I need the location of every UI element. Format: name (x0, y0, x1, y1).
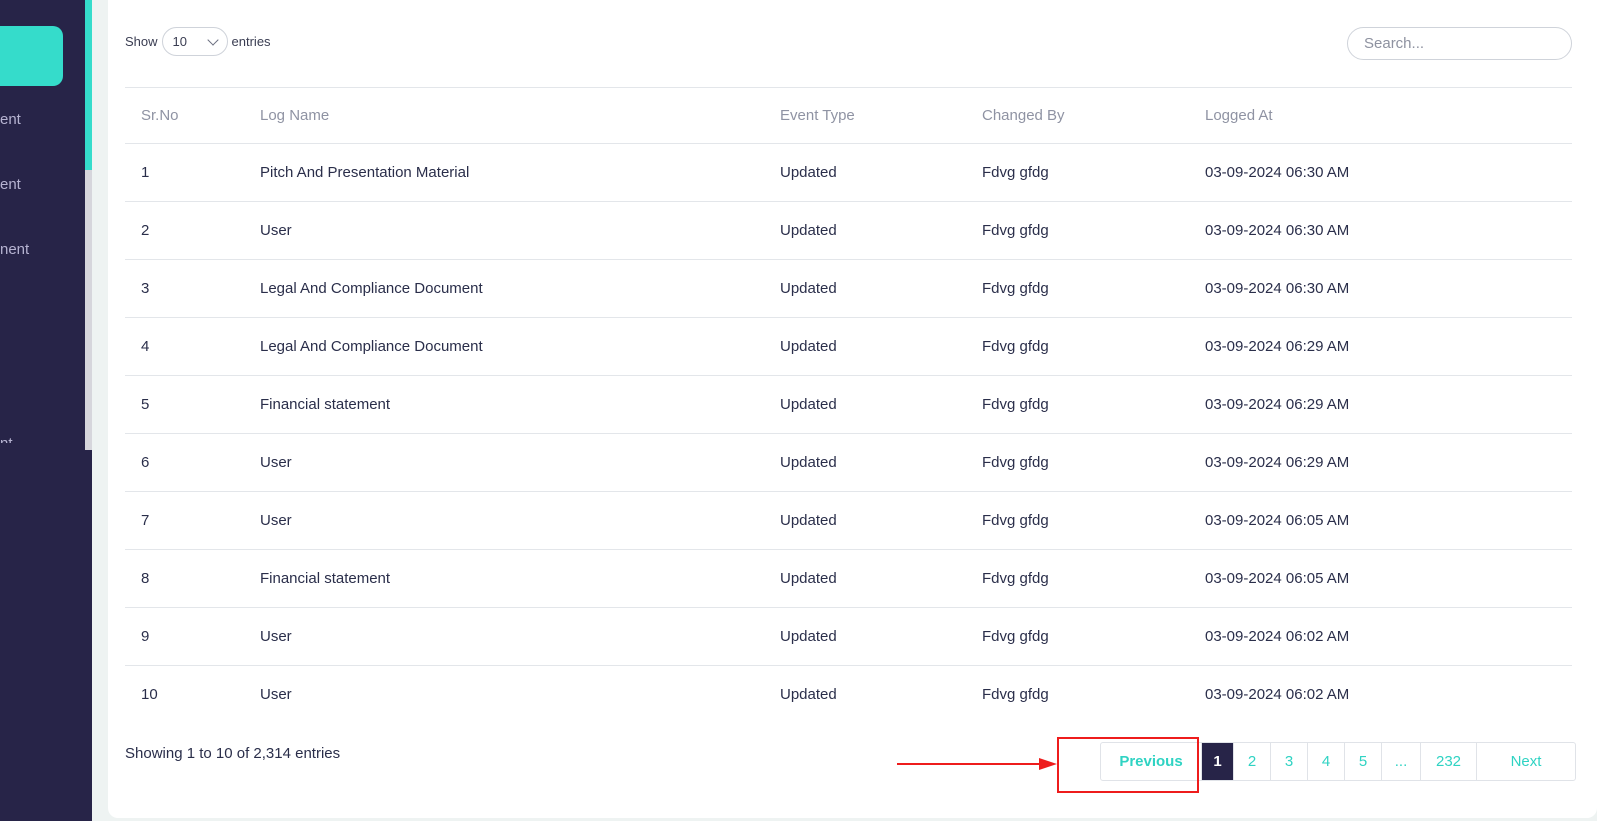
cell-log-name: User (244, 491, 764, 550)
table-row: 10 User Updated Fdvg gfdg 03-09-2024 06:… (125, 665, 1572, 724)
cell-event-type: Updated (764, 375, 966, 434)
cell-srno: 1 (125, 143, 244, 202)
cell-logged-at: 03-09-2024 06:29 AM (1189, 317, 1572, 376)
cell-changed-by: Fdvg gfdg (966, 433, 1189, 492)
cell-srno: 2 (125, 201, 244, 260)
cell-event-type: Updated (764, 433, 966, 492)
cell-logged-at: 03-09-2024 06:05 AM (1189, 491, 1572, 550)
annotation-highlight-box (1057, 737, 1199, 793)
table-info: Showing 1 to 10 of 2,314 entries (125, 745, 341, 762)
sidebar: ent ent nent nt (0, 0, 92, 821)
table-row: 4 Legal And Compliance Document Updated … (125, 317, 1572, 376)
page-3-button[interactable]: 3 (1270, 743, 1307, 780)
sidebar-item-1[interactable]: ent (0, 111, 21, 128)
cell-srno: 6 (125, 433, 244, 492)
column-header-event-type[interactable]: Event Type (764, 87, 966, 144)
cell-log-name: Legal And Compliance Document (244, 259, 764, 318)
next-button[interactable]: Next (1476, 743, 1575, 780)
table-row: 3 Legal And Compliance Document Updated … (125, 259, 1572, 318)
cell-changed-by: Fdvg gfdg (966, 143, 1189, 202)
sidebar-item-4[interactable]: nt (0, 437, 13, 443)
table-header-row: Sr.No Log Name Event Type Changed By Log… (125, 87, 1572, 144)
cell-logged-at: 03-09-2024 06:29 AM (1189, 375, 1572, 434)
cell-changed-by: Fdvg gfdg (966, 665, 1189, 724)
entries-label: entries (231, 34, 271, 49)
table-row: 5 Financial statement Updated Fdvg gfdg … (125, 375, 1572, 434)
cell-logged-at: 03-09-2024 06:30 AM (1189, 259, 1572, 318)
table-row: 2 User Updated Fdvg gfdg 03-09-2024 06:3… (125, 201, 1572, 260)
cell-srno: 7 (125, 491, 244, 550)
cell-srno: 4 (125, 317, 244, 376)
cell-event-type: Updated (764, 491, 966, 550)
column-header-log-name[interactable]: Log Name (244, 87, 764, 144)
cell-event-type: Updated (764, 259, 966, 318)
cell-log-name: User (244, 201, 764, 260)
cell-srno: 3 (125, 259, 244, 318)
cell-log-name: User (244, 665, 764, 724)
cell-log-name: User (244, 607, 764, 666)
sidebar-item-2[interactable]: ent (0, 176, 21, 193)
cell-event-type: Updated (764, 317, 966, 376)
pagination-ellipsis: ... (1381, 743, 1420, 780)
search-input[interactable] (1347, 27, 1572, 60)
table-row: 8 Financial statement Updated Fdvg gfdg … (125, 549, 1572, 608)
table-row: 9 User Updated Fdvg gfdg 03-09-2024 06:0… (125, 607, 1572, 666)
cell-changed-by: Fdvg gfdg (966, 491, 1189, 550)
page-2-button[interactable]: 2 (1233, 743, 1270, 780)
cell-event-type: Updated (764, 201, 966, 260)
arrow-right-icon (897, 758, 1057, 770)
table-row: 1 Pitch And Presentation Material Update… (125, 143, 1572, 202)
chevron-down-icon (206, 33, 219, 46)
cell-changed-by: Fdvg gfdg (966, 201, 1189, 260)
column-header-srno[interactable]: Sr.No (125, 87, 244, 144)
column-header-logged-at[interactable]: Logged At (1189, 87, 1572, 144)
sidebar-scrollbar-thumb[interactable] (85, 0, 92, 170)
column-header-changed-by[interactable]: Changed By (966, 87, 1189, 144)
cell-logged-at: 03-09-2024 06:02 AM (1189, 665, 1572, 724)
cell-event-type: Updated (764, 549, 966, 608)
entries-length-control: Show 10 entries (125, 27, 271, 56)
table-row: 6 User Updated Fdvg gfdg 03-09-2024 06:2… (125, 433, 1572, 492)
cell-logged-at: 03-09-2024 06:02 AM (1189, 607, 1572, 666)
page-1-button[interactable]: 1 (1201, 743, 1233, 780)
cell-log-name: Pitch And Presentation Material (244, 143, 764, 202)
cell-event-type: Updated (764, 665, 966, 724)
cell-logged-at: 03-09-2024 06:30 AM (1189, 201, 1572, 260)
page-4-button[interactable]: 4 (1307, 743, 1344, 780)
cell-logged-at: 03-09-2024 06:05 AM (1189, 549, 1572, 608)
cell-logged-at: 03-09-2024 06:30 AM (1189, 143, 1572, 202)
page-5-button[interactable]: 5 (1344, 743, 1381, 780)
cell-event-type: Updated (764, 607, 966, 666)
cell-changed-by: Fdvg gfdg (966, 607, 1189, 666)
cell-changed-by: Fdvg gfdg (966, 259, 1189, 318)
sidebar-active-item[interactable] (0, 26, 63, 86)
cell-log-name: Financial statement (244, 549, 764, 608)
cell-log-name: User (244, 433, 764, 492)
page-last-button[interactable]: 232 (1420, 743, 1476, 780)
table-row: 7 User Updated Fdvg gfdg 03-09-2024 06:0… (125, 491, 1572, 550)
entries-select[interactable]: 10 (161, 27, 228, 56)
cell-srno: 8 (125, 549, 244, 608)
sidebar-item-3[interactable]: nent (0, 241, 29, 258)
cell-srno: 10 (125, 665, 244, 724)
cell-logged-at: 03-09-2024 06:29 AM (1189, 433, 1572, 492)
logs-table: Sr.No Log Name Event Type Changed By Log… (125, 87, 1572, 724)
cell-log-name: Financial statement (244, 375, 764, 434)
cell-changed-by: Fdvg gfdg (966, 549, 1189, 608)
show-label: Show (125, 34, 158, 49)
cell-srno: 9 (125, 607, 244, 666)
cell-log-name: Legal And Compliance Document (244, 317, 764, 376)
entries-select-value: 10 (172, 34, 187, 49)
cell-changed-by: Fdvg gfdg (966, 317, 1189, 376)
cell-changed-by: Fdvg gfdg (966, 375, 1189, 434)
cell-srno: 5 (125, 375, 244, 434)
cell-event-type: Updated (764, 143, 966, 202)
